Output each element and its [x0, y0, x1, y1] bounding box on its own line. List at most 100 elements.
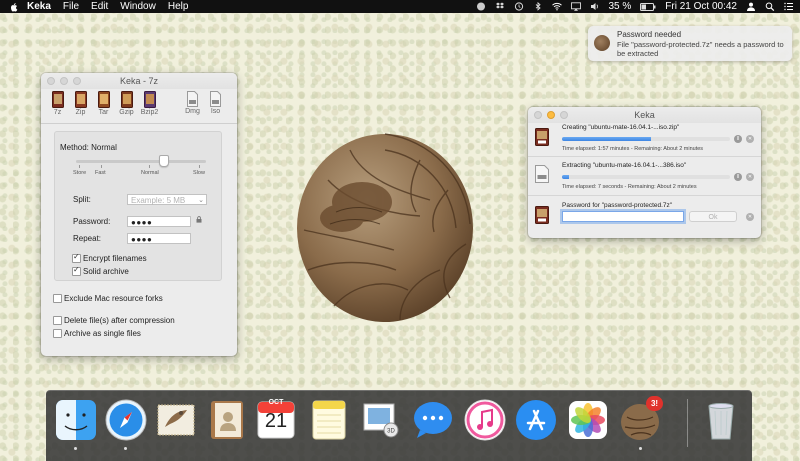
keka-progress-window: Keka Creating "ubuntu-mate-16.04.1-...is… [528, 107, 761, 238]
messages-icon[interactable] [410, 397, 456, 443]
iso-file-icon [535, 165, 549, 183]
minimize-button[interactable] [547, 111, 555, 119]
notes-icon[interactable] [306, 397, 352, 443]
encrypt-filenames-checkbox[interactable] [72, 252, 81, 263]
preview-icon[interactable]: 3D [358, 397, 404, 443]
keka-menubar-icon[interactable] [476, 2, 486, 11]
file-menu[interactable]: File [63, 1, 79, 12]
close-button[interactable] [47, 77, 55, 85]
notification-center-icon[interactable] [784, 2, 794, 11]
user-icon[interactable] [746, 2, 756, 11]
safari-icon[interactable] [103, 397, 149, 443]
format-tar-button[interactable]: Tar [92, 91, 115, 116]
split-select[interactable]: Example: 5 MB ⌄ [127, 194, 207, 205]
stop-button[interactable]: ✕ [746, 135, 754, 143]
disk-image-dmg-icon [187, 91, 198, 107]
apple-menu-icon[interactable] [9, 2, 19, 12]
compression-slider-thumb[interactable] [159, 155, 170, 167]
help-menu[interactable]: Help [168, 1, 189, 12]
encrypt-filenames-label[interactable]: Encrypt filenames [83, 254, 147, 263]
svg-text:3D: 3D [387, 429, 395, 435]
notification-body: File "password-protected.7z" needs a pas… [617, 40, 784, 58]
speed-label-store: Store [73, 170, 87, 176]
dropbox-icon[interactable] [495, 2, 505, 11]
calendar-month: OCT [268, 399, 284, 406]
notification-title: Password needed [617, 30, 682, 39]
password-notification[interactable]: Password needed File "password-protected… [588, 26, 792, 61]
lock-icon[interactable] [196, 216, 202, 223]
minimize-button[interactable] [60, 77, 68, 85]
keka-notification-icon [594, 35, 610, 51]
format-gzip-button[interactable]: Gzip [115, 91, 138, 116]
method-label: Method: Normal [60, 143, 117, 152]
format-zip-button[interactable]: Zip [69, 91, 92, 116]
archive-zip-icon [74, 91, 87, 108]
zoom-button[interactable] [560, 111, 568, 119]
compression-slider[interactable] [76, 160, 206, 163]
bluetooth-icon[interactable] [533, 2, 543, 11]
archive-single-files-checkbox[interactable] [53, 329, 62, 338]
menubar-clock[interactable]: Fri 21 Oct 00:42 [665, 1, 737, 12]
progress-window-titlebar[interactable]: Keka [528, 107, 761, 123]
archive-single-files-label[interactable]: Archive as single files [64, 329, 141, 338]
repeat-password-field[interactable]: ●●●● [127, 233, 191, 244]
task-status: Time elapsed: 7 seconds - Remaining: Abo… [562, 184, 697, 190]
pause-button[interactable]: II [734, 173, 742, 181]
battery-icon[interactable] [640, 2, 656, 11]
speed-label-normal: Normal [141, 170, 159, 176]
spotlight-icon[interactable] [765, 2, 775, 11]
exclude-resource-forks-label[interactable]: Exclude Mac resource forks [64, 294, 163, 303]
keka-dock-item[interactable]: 3! [617, 396, 663, 443]
volume-icon[interactable] [590, 2, 600, 11]
delete-after-compression-label[interactable]: Delete file(s) after compression [64, 316, 175, 325]
edit-menu[interactable]: Edit [91, 1, 108, 12]
wifi-icon[interactable] [551, 2, 562, 11]
solid-archive-label[interactable]: Solid archive [83, 267, 129, 276]
extract-password-input[interactable] [562, 211, 684, 222]
password-label: Password: [73, 217, 111, 226]
delete-after-compression-checkbox[interactable] [53, 316, 62, 325]
disk-image-iso-icon [210, 91, 221, 107]
pause-button[interactable]: II [734, 135, 742, 143]
row-divider [528, 195, 761, 196]
slider-tick [101, 165, 102, 168]
zoom-button[interactable] [73, 77, 81, 85]
slider-tick [79, 165, 80, 168]
contacts-icon[interactable] [203, 397, 249, 443]
task-progress-bar [562, 137, 730, 141]
format-bzip2-button[interactable]: Bzip2 [138, 91, 161, 116]
trash-icon[interactable] [698, 397, 744, 443]
running-indicator [74, 447, 77, 450]
repeat-label: Repeat: [73, 234, 102, 243]
dock-separator [687, 399, 688, 447]
app-store-icon[interactable] [513, 397, 559, 443]
main-window-titlebar[interactable]: Keka - 7z [41, 73, 237, 89]
airplay-icon[interactable] [570, 2, 581, 11]
ok-button[interactable]: Ok [689, 211, 737, 222]
format-iso-button[interactable]: Iso [204, 91, 227, 115]
time-machine-icon[interactable] [514, 2, 524, 11]
exclude-resource-forks-checkbox[interactable] [53, 294, 62, 303]
itunes-icon[interactable] [462, 397, 508, 443]
progress-fill [562, 175, 569, 179]
password-prompt-label: Password for "password-protected.7z" [562, 202, 673, 209]
format-dmg-button[interactable]: Dmg [181, 91, 204, 115]
format-7z-button[interactable]: 7z [46, 91, 69, 116]
cancel-button[interactable]: ✕ [746, 213, 754, 221]
slider-tick [199, 165, 200, 168]
stop-button[interactable]: ✕ [746, 173, 754, 181]
password-field[interactable]: ●●●● [127, 216, 191, 227]
keka-main-window: Keka - 7z 7z Zip Tar Gzip Bzip2 Dmg Iso … [41, 73, 237, 356]
speed-label-fast: Fast [95, 170, 106, 176]
keka-mascot-image [297, 133, 473, 322]
app-menu[interactable]: Keka [27, 1, 51, 12]
window-menu[interactable]: Window [120, 1, 156, 12]
close-button[interactable] [534, 111, 542, 119]
photos-icon[interactable] [565, 397, 611, 443]
solid-archive-checkbox[interactable] [72, 265, 81, 276]
finder-icon[interactable] [53, 397, 99, 443]
mail-icon[interactable] [153, 397, 199, 443]
archive-gzip-icon [120, 91, 133, 108]
battery-percentage[interactable]: 35 % [609, 1, 632, 12]
chevron-down-icon: ⌄ [198, 197, 204, 204]
